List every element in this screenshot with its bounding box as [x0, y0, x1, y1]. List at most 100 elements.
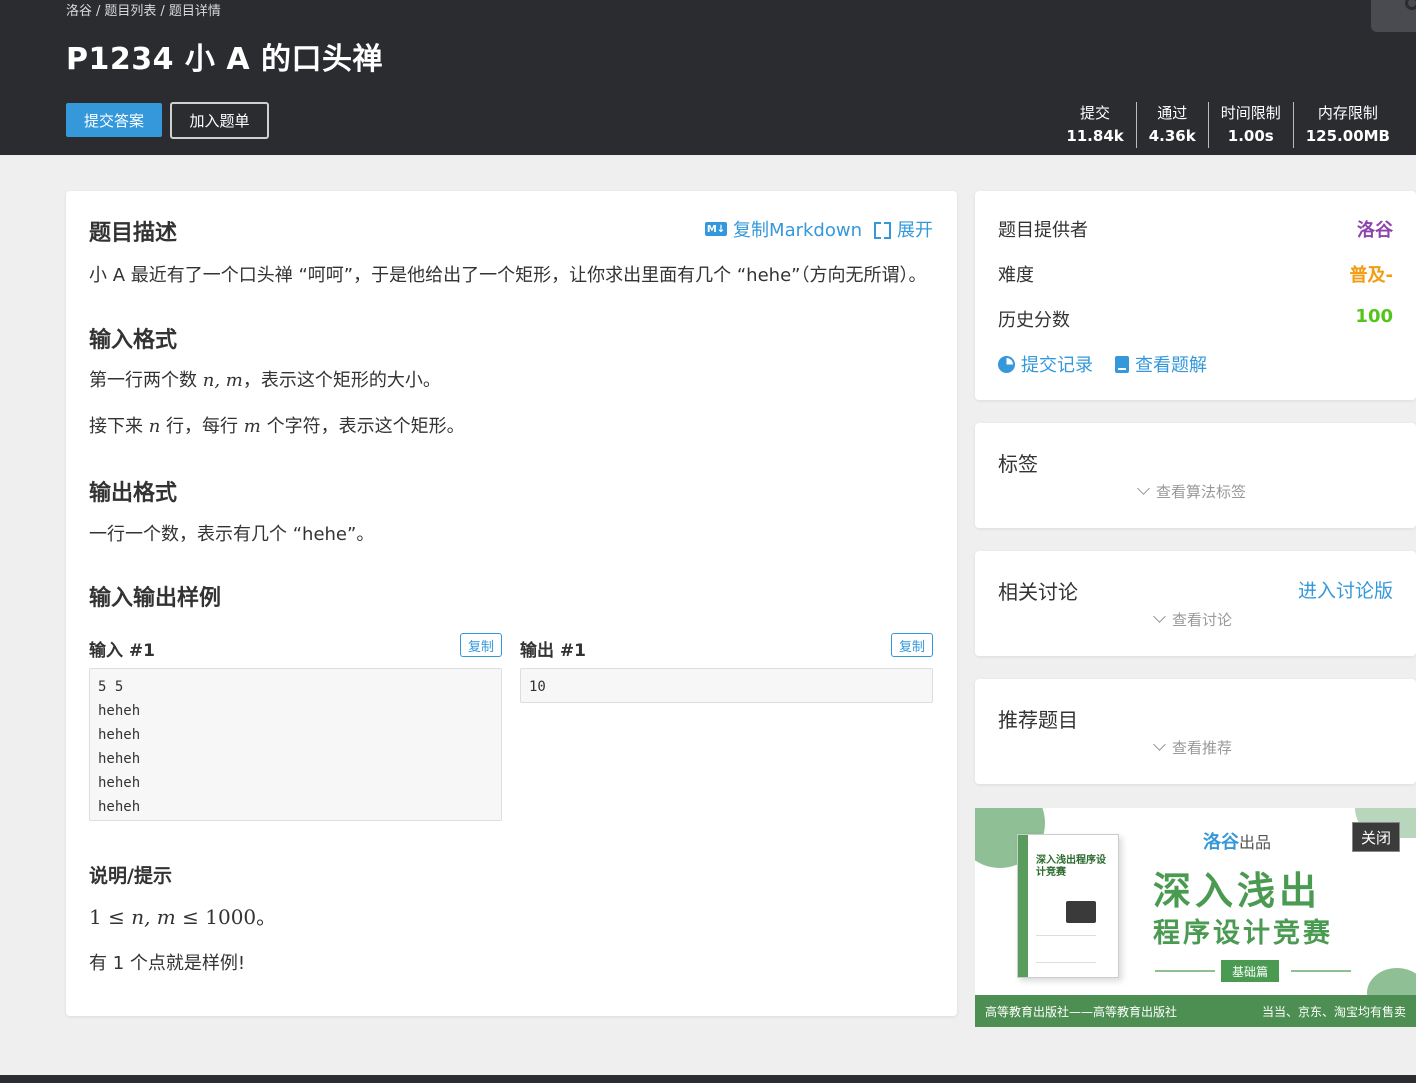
sample-input-line: heheh	[98, 703, 141, 719]
description-text: 小 A 最近有了一个口头禅 “呵呵”，于是他给出了一个矩形，让你求出里面有几个 …	[89, 265, 927, 286]
input-format-line-2: 接下来 n 行，每行 m 个字符，表示这个矩形。	[89, 412, 465, 438]
discussion-title: 相关讨论	[998, 580, 1078, 604]
close-ad-button[interactable]: 关闭	[1352, 822, 1400, 852]
stat-label: 时间限制	[1220, 104, 1281, 122]
info-row-difficulty: 难度 普及-	[998, 261, 1393, 287]
sample-input-label: 输入 #1	[89, 641, 155, 661]
submission-records-link[interactable]: 提交记录	[998, 351, 1093, 377]
view-discussion-label: 查看讨论	[1172, 611, 1233, 629]
copy-input-button[interactable]: 复制	[460, 633, 502, 657]
view-discussion-toggle[interactable]: 查看讨论	[1153, 609, 1233, 630]
sample-input-line: heheh	[98, 727, 141, 743]
info-label: 历史分数	[998, 310, 1070, 331]
text-span: 行，每行	[160, 416, 244, 437]
math-vars: n, m	[202, 370, 243, 391]
sample-input-line: heheh	[98, 751, 141, 767]
view-recommend-label: 查看推荐	[1172, 739, 1233, 757]
hint-text: 有 1 个点就是样例!	[89, 953, 246, 974]
sample-output-label: 输出 #1	[520, 641, 586, 661]
copy-output-button[interactable]: 复制	[891, 633, 933, 657]
stat-label: 提交	[1080, 104, 1111, 122]
expand-link[interactable]: 展开	[874, 216, 933, 242]
tags-title: 标签	[998, 452, 1038, 476]
difficulty-value: 普及-	[1349, 265, 1393, 286]
stat-accepted: 通过 4.36k	[1135, 102, 1208, 148]
stat-time-limit: 时间限制 1.00s	[1207, 102, 1293, 148]
sample-output-box[interactable]: 10	[520, 668, 933, 703]
text-span: ，表示这个矩形的大小。	[242, 370, 441, 391]
view-solutions-link[interactable]: 查看题解	[1115, 351, 1207, 377]
breadcrumb-home[interactable]: 洛谷	[66, 4, 92, 19]
sample-input-line: heheh	[98, 775, 141, 791]
math-span: ≤ 1000	[175, 905, 257, 929]
submit-answer-button[interactable]: 提交答案	[66, 103, 162, 137]
copy-markdown-link[interactable]: M↓ 复制Markdown	[705, 216, 862, 242]
input-format-line-1: 第一行两个数 n, m，表示这个矩形的大小。	[89, 366, 441, 392]
pie-chart-icon	[998, 355, 1015, 373]
ad-brand-name: 洛谷	[1203, 832, 1239, 853]
text-span: 接下来	[89, 416, 149, 437]
submission-records-label: 提交记录	[1021, 355, 1093, 376]
sample-input-box[interactable]: 5 5 heheh heheh heheh heheh heheh	[89, 668, 502, 821]
output-format-heading: 输出格式	[89, 481, 178, 506]
description-toolbar: M↓ 复制Markdown 展开	[705, 216, 933, 242]
markdown-icon: M↓	[705, 222, 728, 236]
ad-footer-left: 高等教育出版社——高等教育出版社	[985, 1004, 1178, 1019]
decorative-line	[1155, 970, 1215, 972]
stat-submissions: 提交 11.84k	[1054, 102, 1135, 148]
sample-input-line: 5 5	[98, 679, 124, 695]
search-icon	[1405, 0, 1416, 10]
problem-content-card: 题目描述 M↓ 复制Markdown 展开 小 A 最近有了一个口头禅 “呵呵”…	[66, 191, 957, 1016]
recommend-title: 推荐题目	[998, 708, 1078, 732]
stat-value: 11.84k	[1066, 127, 1124, 145]
output-format-text: 一行一个数，表示有几个 “hehe”。	[89, 524, 375, 545]
expand-label: 展开	[897, 220, 933, 241]
ad-footer: 高等教育出版社——高等教育出版社 当当、京东、淘宝均有售卖	[975, 995, 1416, 1027]
math-var-m: m	[243, 416, 261, 437]
problem-header: 洛谷 / 题目列表 / 题目详情 P1234 小 A 的口头禅 提交答案 加入题单 提交…	[0, 0, 1416, 155]
info-label: 题目提供者	[998, 220, 1088, 241]
score-value: 100	[1355, 306, 1393, 327]
sample-output-line: 10	[529, 679, 546, 695]
view-recommend-toggle[interactable]: 查看推荐	[1153, 737, 1233, 758]
samples-heading: 输入输出样例	[89, 586, 222, 611]
add-to-list-button[interactable]: 加入题单	[170, 102, 269, 139]
book-icon	[1115, 355, 1129, 373]
chevron-down-icon	[1137, 482, 1150, 495]
ad-brand: 洛谷出品	[1203, 828, 1271, 854]
stat-value: 1.00s	[1227, 127, 1274, 145]
ad-subheadline: 程序设计竞赛	[1153, 918, 1333, 949]
math-vars: n, m	[131, 905, 176, 929]
copy-markdown-label: 复制Markdown	[733, 220, 862, 241]
ad-brand-suffix: 出品	[1239, 833, 1272, 852]
provider-value[interactable]: 洛谷	[1357, 216, 1393, 242]
view-tags-label: 查看算法标签	[1156, 483, 1247, 501]
computer-icon	[1066, 901, 1096, 923]
stat-value: 4.36k	[1148, 127, 1196, 145]
stat-value: 125.00MB	[1305, 127, 1390, 145]
description-heading: 题目描述	[89, 221, 178, 246]
chevron-down-icon	[1153, 738, 1166, 751]
stat-label: 内存限制	[1317, 104, 1378, 122]
math-var-n: n	[148, 416, 161, 437]
search-button[interactable]	[1371, 0, 1416, 32]
chevron-down-icon	[1153, 610, 1166, 623]
view-tags-toggle[interactable]: 查看算法标签	[1137, 481, 1247, 502]
info-row-score: 历史分数 100	[998, 306, 1393, 332]
input-format-heading: 输入格式	[89, 328, 178, 353]
enter-forum-link[interactable]: 进入讨论版	[1298, 576, 1393, 603]
decorative-line	[1291, 970, 1351, 972]
text-span: 个字符，表示这个矩形。	[260, 416, 465, 437]
breadcrumb: 洛谷 / 题目列表 / 题目详情	[66, 0, 221, 19]
tags-card: 标签 查看算法标签	[975, 423, 1416, 528]
ad-edition-tag: 基础篇	[1221, 960, 1279, 982]
breadcrumb-problem-detail[interactable]: 题目详情	[169, 4, 221, 19]
text-span: 。	[256, 905, 277, 929]
stat-label: 通过	[1157, 104, 1188, 122]
page-title: P1234 小 A 的口头禅	[66, 42, 384, 77]
breadcrumb-problem-list[interactable]: 题目列表	[104, 4, 156, 19]
book-advertisement[interactable]: 深入浅出程序设计竞赛 洛谷出品 深入浅出 程序设计竞赛 基础篇 高等教育出版社—…	[975, 808, 1416, 1027]
breadcrumb-separator: /	[96, 4, 101, 19]
problem-stats: 提交 11.84k 通过 4.36k 时间限制 1.00s 内存限制 125.0…	[1054, 102, 1402, 148]
info-label: 难度	[998, 265, 1034, 286]
